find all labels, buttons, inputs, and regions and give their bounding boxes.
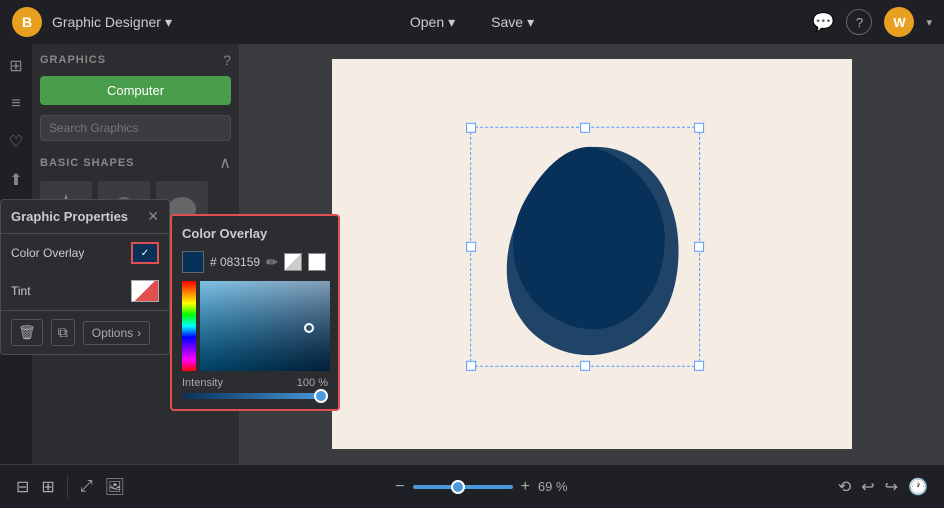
search-input[interactable]: [40, 115, 231, 141]
gp-options-button[interactable]: Options ›: [83, 321, 150, 345]
canvas-area[interactable]: [240, 44, 944, 464]
gp-footer: 🗑 ⧉ Options ›: [1, 310, 169, 354]
graphic-properties-panel: Graphic Properties ✕ Color Overlay ✓ Tin…: [0, 199, 170, 355]
gp-header: Graphic Properties ✕: [1, 200, 169, 234]
left-sidebar: ⊞ ≡ ♡ ⬆ GRAPHICS ? Computer BASIC SHAPES…: [0, 44, 240, 464]
screen-icon: ⟲: [838, 479, 851, 496]
undo-icon: ↩: [861, 479, 874, 496]
layers-icon: ⊟: [16, 479, 29, 496]
topbar-right: 💬 ? W ▾: [812, 7, 932, 37]
gp-title: Graphic Properties: [11, 209, 128, 224]
sidebar-icon-grid[interactable]: ⊞: [4, 54, 28, 78]
gp-color-check: ✓: [141, 248, 149, 259]
cop-color-swatch[interactable]: [182, 251, 204, 273]
basic-shapes-header: BASIC SHAPES ∧: [40, 153, 231, 173]
computer-button[interactable]: Computer: [40, 76, 231, 105]
selection-box: [470, 127, 700, 367]
avatar-chevron[interactable]: ▾: [926, 16, 932, 29]
gp-color-overlay-label: Color Overlay: [11, 246, 84, 260]
intensity-label-row: Intensity 100 %: [182, 377, 328, 389]
expand-button[interactable]: ⤢: [80, 478, 93, 496]
gp-tint-swatch[interactable]: [131, 280, 159, 302]
image-icon: 🖼: [105, 479, 125, 496]
hue-strip[interactable]: [182, 281, 196, 371]
intensity-label: Intensity: [182, 377, 223, 389]
grid-icon: ⊞: [41, 479, 54, 496]
topbar-center: Open ▾ Save ▾: [396, 8, 548, 37]
zoom-value: 69 %: [538, 479, 568, 494]
expand-icon: ⤢: [80, 478, 93, 495]
color-cursor: [304, 323, 314, 333]
canvas-background: [332, 59, 852, 449]
undo-button[interactable]: ↩: [861, 477, 874, 497]
help-icon: ?: [856, 15, 863, 30]
gp-close-button[interactable]: ✕: [147, 208, 159, 225]
handle-bottom-right[interactable]: [694, 361, 704, 371]
redo-button[interactable]: ↪: [885, 477, 898, 497]
copy-icon: ⧉: [58, 324, 68, 340]
cop-hex-row: # 083159 ✏: [182, 251, 328, 273]
save-button[interactable]: Save ▾: [477, 8, 548, 37]
gp-copy-button[interactable]: ⧉: [51, 319, 75, 346]
app-logo: B: [12, 7, 42, 37]
basic-shapes-label: BASIC SHAPES: [40, 157, 135, 169]
sidebar-header: GRAPHICS ?: [40, 52, 231, 68]
bottom-right-buttons: ⟲ ↩ ↪ 🕐: [838, 477, 928, 497]
separator-1: [67, 475, 68, 499]
chat-icon-button[interactable]: 💬: [812, 12, 834, 33]
cop-transparent-button[interactable]: [284, 253, 302, 271]
gp-color-overlay-swatch[interactable]: ✓: [131, 242, 159, 264]
screen-button[interactable]: ⟲: [838, 477, 851, 497]
sidebar-icon-heart[interactable]: ♡: [4, 130, 28, 154]
cop-hex-value: # 083159: [210, 255, 260, 269]
cop-white-button[interactable]: [308, 253, 326, 271]
trash-icon: 🗑: [18, 324, 36, 340]
color-overlay-popup: Color Overlay # 083159 ✏ Intensit: [170, 214, 340, 411]
sidebar-icon-layers[interactable]: ≡: [4, 92, 28, 116]
avatar[interactable]: W: [884, 7, 914, 37]
handle-top-center[interactable]: [580, 123, 590, 133]
sidebar-header-text: GRAPHICS: [40, 54, 106, 66]
cop-title: Color Overlay: [182, 226, 328, 241]
zoom-minus-button[interactable]: −: [395, 478, 404, 496]
app-title: Graphic Designer ▾: [52, 14, 172, 31]
help-icon-button[interactable]: ?: [846, 9, 872, 35]
gp-color-overlay-row: Color Overlay ✓: [1, 234, 169, 272]
zoom-slider-track[interactable]: [413, 485, 513, 489]
gp-tint-row: Tint: [1, 272, 169, 310]
topbar: B Graphic Designer ▾ Open ▾ Save ▾ 💬 ? W…: [0, 0, 944, 44]
redo-icon: ↪: [885, 479, 898, 496]
zoom-plus-button[interactable]: +: [521, 478, 530, 496]
bottom-bar: ⊟ ⊞ ⤢ 🖼 − + 69 % ⟲ ↩ ↪ 🕐: [0, 464, 944, 508]
handle-top-right[interactable]: [694, 123, 704, 133]
cop-eyedropper-button[interactable]: ✏: [266, 254, 278, 271]
intensity-value: 100 %: [297, 377, 328, 389]
handle-top-left[interactable]: [466, 123, 476, 133]
image-button[interactable]: 🖼: [105, 477, 125, 497]
eyedropper-icon: ✏: [266, 254, 278, 270]
intensity-slider-thumb[interactable]: [314, 389, 328, 403]
collapse-icon[interactable]: ∧: [219, 153, 231, 173]
handle-bottom-left[interactable]: [466, 361, 476, 371]
open-button[interactable]: Open ▾: [396, 8, 469, 37]
history-icon: 🕐: [908, 479, 928, 496]
chat-icon: 💬: [812, 12, 834, 32]
zoom-slider-thumb[interactable]: [451, 480, 465, 494]
intensity-slider[interactable]: [182, 393, 328, 399]
sidebar-help-icon[interactable]: ?: [223, 52, 231, 68]
handle-middle-right[interactable]: [694, 242, 704, 252]
grid-button[interactable]: ⊞: [41, 477, 54, 497]
main-layout: ⊞ ≡ ♡ ⬆ GRAPHICS ? Computer BASIC SHAPES…: [0, 44, 944, 464]
handle-bottom-center[interactable]: [580, 361, 590, 371]
gp-trash-button[interactable]: 🗑: [11, 319, 43, 346]
history-button[interactable]: 🕐: [908, 477, 928, 497]
sidebar-icon-upload[interactable]: ⬆: [4, 168, 28, 192]
handle-middle-left[interactable]: [466, 242, 476, 252]
layers-button[interactable]: ⊟: [16, 477, 29, 497]
gp-tint-label: Tint: [11, 284, 31, 298]
color-picker-area[interactable]: [182, 281, 330, 371]
zoom-controls: − + 69 %: [395, 478, 567, 496]
